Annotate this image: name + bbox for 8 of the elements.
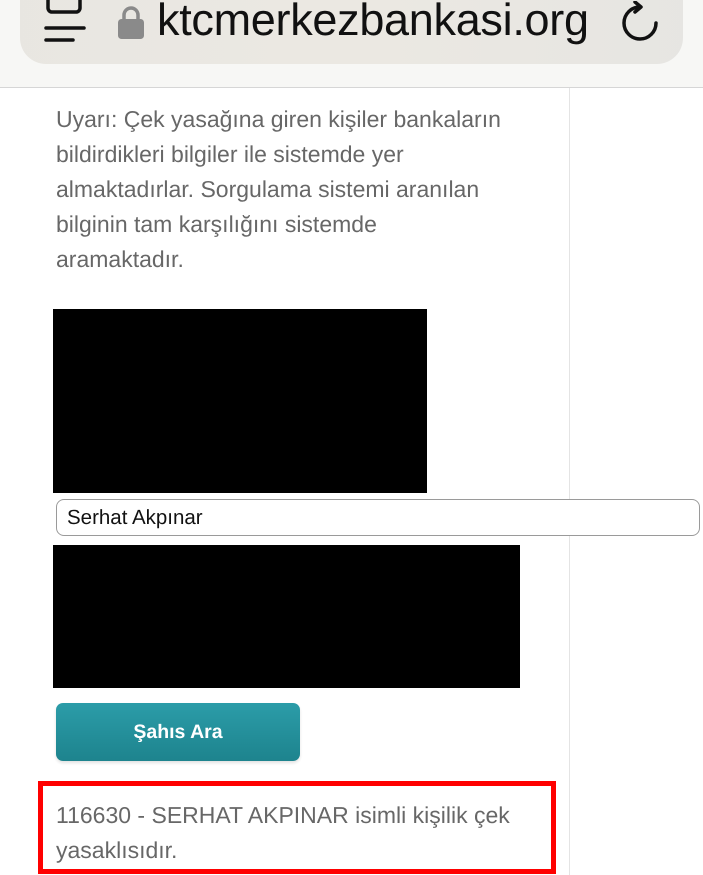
search-button[interactable]: Şahıs Ara (56, 703, 300, 761)
lock-icon (117, 6, 145, 38)
name-input-field[interactable]: Serhat Akpınar (56, 499, 700, 536)
result-text: 116630 - SERHAT AKPINAR isimli kişilik çek yasaklısıdır. (56, 801, 511, 865)
url-text[interactable]: ktcmerkezbankasi.org (157, 0, 589, 46)
page-lines-icon[interactable] (44, 0, 86, 44)
address-bar[interactable]: ktcmerkezbankasi.org (20, 0, 683, 64)
warning-text: Uyarı: Çek yasağına giren kişiler bankaların bildirdikleri bilgiler ile sistemde yer almaktadırlar. Sorgulama sistemi aranılan bilginin tam karşılığını sistemde aramaktadır. (56, 105, 502, 274)
